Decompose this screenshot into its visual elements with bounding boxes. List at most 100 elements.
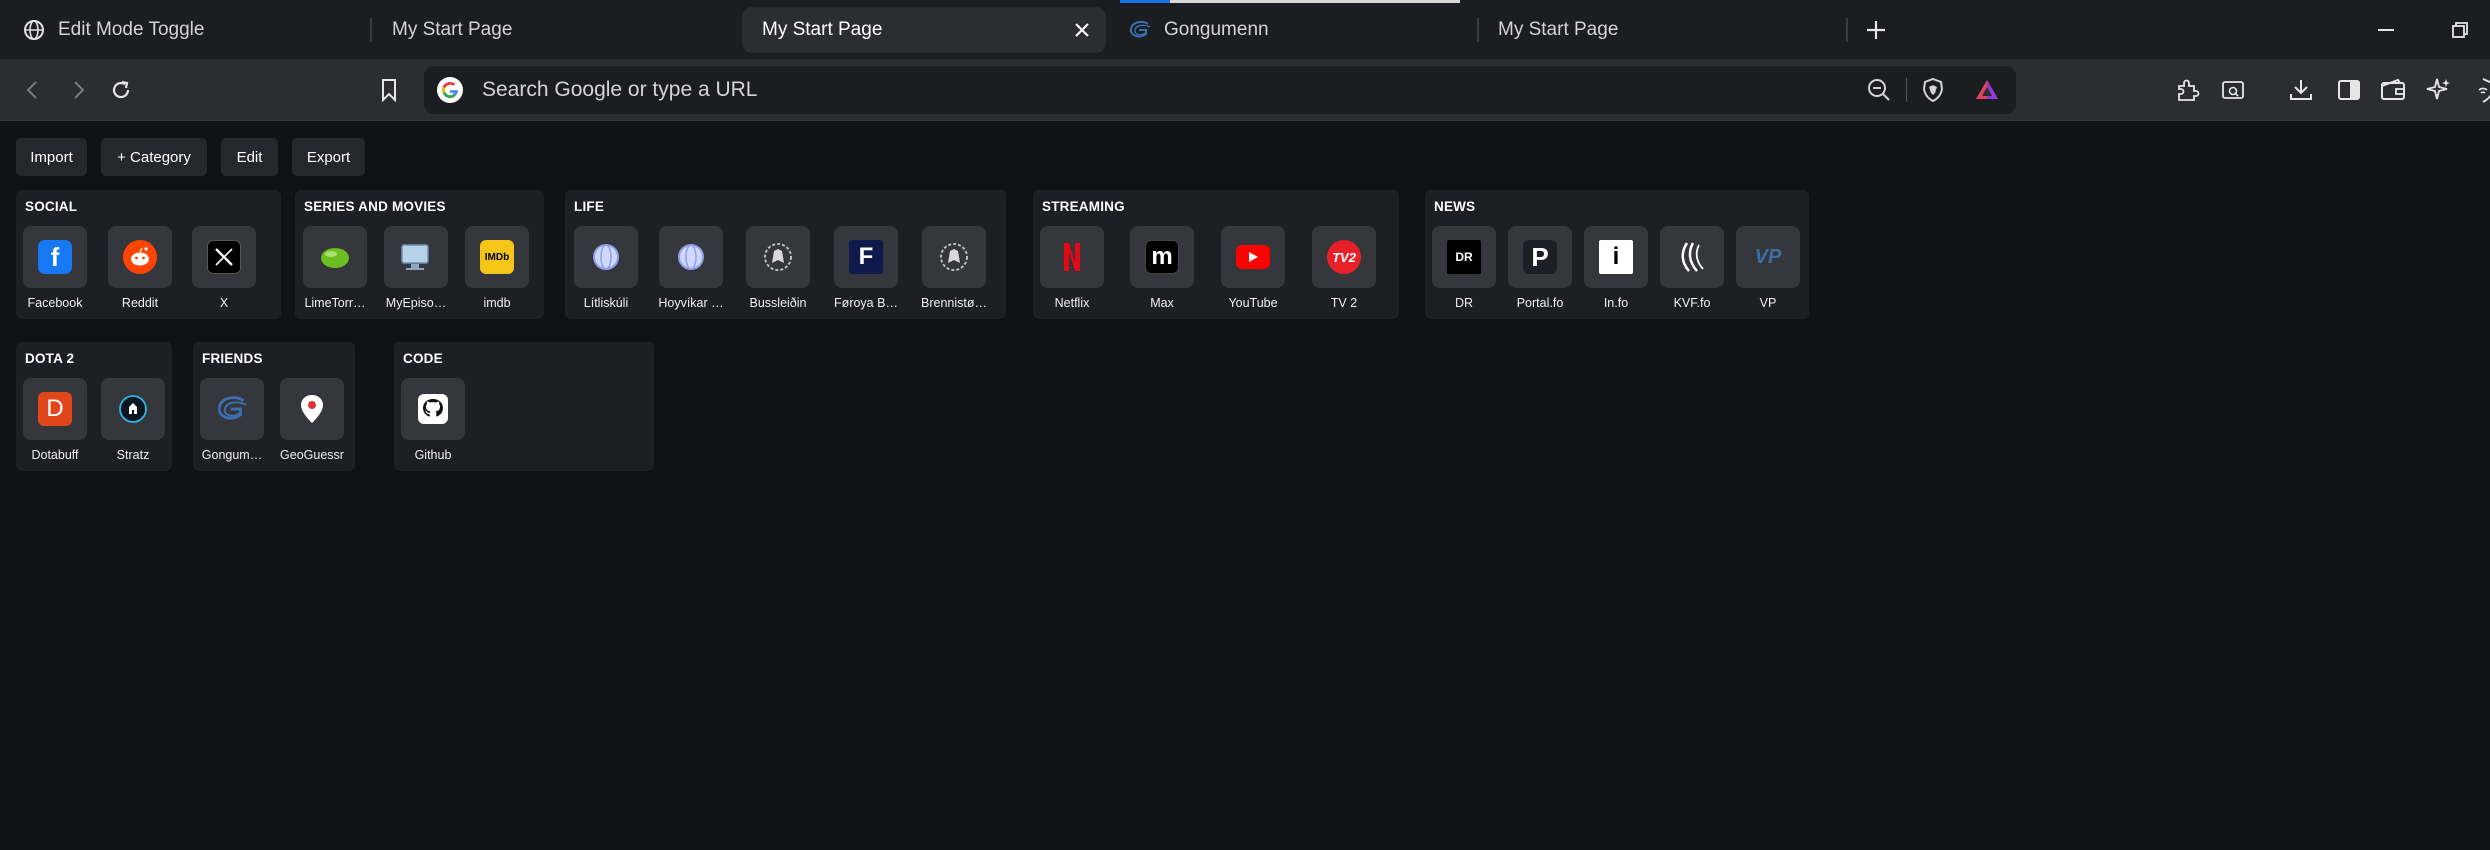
minimize-button[interactable]: [2372, 16, 2400, 44]
tab-loading-indicator-track: [1170, 0, 1460, 3]
bookmark-bussleidin[interactable]: Bussleiðin: [739, 226, 817, 310]
bookmark-facebook[interactable]: f Facebook: [16, 226, 94, 310]
bookmark-vp[interactable]: VP VP: [1729, 226, 1807, 310]
zoom-out-icon[interactable]: [1866, 77, 1892, 103]
bookmark-label: Stratz: [116, 448, 150, 462]
bookmark-info[interactable]: i In.fo: [1577, 226, 1655, 310]
bookmark-label: LimeTorr…: [304, 296, 366, 310]
leo-ai-icon[interactable]: [2424, 75, 2454, 105]
bookmark-litliskuli[interactable]: Lítliskúli: [567, 226, 645, 310]
category-title: STREAMING: [1042, 199, 1125, 214]
bookmark-max[interactable]: m Max: [1123, 226, 1201, 310]
bookmark-imdb[interactable]: IMDb imdb: [458, 226, 536, 310]
bookmark-label: X: [219, 296, 229, 310]
tab-gongumenn[interactable]: Gongumenn: [1128, 7, 1458, 53]
vp-icon: VP: [1754, 245, 1782, 268]
google-icon: [436, 76, 464, 104]
myepisodes-icon: [399, 240, 433, 274]
tab-edit-mode-toggle[interactable]: Edit Mode Toggle: [22, 7, 362, 53]
extensions-icon[interactable]: [2172, 75, 2202, 105]
category-title: CODE: [403, 351, 443, 366]
dr-icon: DR: [1447, 240, 1481, 274]
address-bar-divider: [1906, 78, 1907, 102]
bookmark-label: Brennistø…: [921, 296, 987, 310]
category-code: CODE Github: [394, 342, 654, 471]
github-icon: [416, 392, 450, 426]
bookmark-youtube[interactable]: YouTube: [1214, 226, 1292, 310]
category-title: DOTA 2: [25, 351, 75, 366]
netflix-icon: [1055, 240, 1089, 274]
tab-my-start-page-1[interactable]: My Start Page: [392, 7, 732, 53]
tv2-icon: TV2: [1327, 240, 1361, 274]
tab-strip: Edit Mode Toggle My Start Page My Start …: [0, 0, 2490, 59]
bookmark-gongumenn[interactable]: Gongum…: [193, 378, 271, 462]
bookmark-tv2[interactable]: TV2 TV 2: [1305, 226, 1383, 310]
tab-separator: [370, 18, 372, 42]
tab-my-start-page-2[interactable]: My Start Page: [1498, 7, 1838, 53]
tab-title: Gongumenn: [1164, 19, 1269, 40]
bookmark-x[interactable]: X: [185, 226, 263, 310]
bookmark-netflix[interactable]: Netflix: [1033, 226, 1111, 310]
bookmark-hoyvikar[interactable]: Hoyvíkar …: [652, 226, 730, 310]
restore-button[interactable]: [2446, 16, 2474, 44]
tab-separator: [1846, 18, 1848, 42]
tab-title: Edit Mode Toggle: [58, 19, 205, 40]
category-title: NEWS: [1434, 199, 1476, 214]
edit-button[interactable]: Edit: [221, 138, 278, 176]
portal-icon: P: [1523, 240, 1557, 274]
kvf-icon: [1675, 240, 1709, 274]
bookmark-kvf[interactable]: KVF.fo: [1653, 226, 1731, 310]
sidebar-icon[interactable]: [2334, 75, 2364, 105]
brave-rewards-icon[interactable]: [1974, 77, 2000, 103]
bookmark-label: KVF.fo: [1673, 296, 1711, 310]
address-bar[interactable]: Search Google or type a URL: [424, 66, 2016, 114]
bookmark-github[interactable]: Github: [394, 378, 472, 462]
reading-list-icon[interactable]: [2218, 75, 2248, 105]
browser-toolbar: Search Google or type a URL: [0, 59, 2490, 121]
globe-icon: [589, 240, 623, 274]
bookmark-limetorrents[interactable]: LimeTorr…: [296, 226, 374, 310]
start-page-actions: Import + Category Edit Export: [16, 138, 379, 176]
bookmark-dotabuff[interactable]: D Dotabuff: [16, 378, 94, 462]
bookmark-brennisto[interactable]: Brennistø…: [915, 226, 993, 310]
add-category-button[interactable]: + Category: [101, 138, 207, 176]
bookmark-label: Bussleiðin: [749, 296, 807, 310]
tab-my-start-page-active[interactable]: My Start Page: [742, 7, 1106, 53]
bookmark-label: Max: [1150, 296, 1174, 310]
category-life: LIFE Lítliskúli Hoyvíkar … Bussleiðin F …: [565, 190, 1006, 319]
bookmark-label: Dotabuff: [31, 448, 79, 462]
bookmark-label: DR: [1454, 296, 1474, 310]
bookmark-foroya-banki[interactable]: F Føroya B…: [827, 226, 905, 310]
wallet-icon[interactable]: [2378, 75, 2408, 105]
reload-button[interactable]: [106, 75, 136, 105]
bookmark-label: VP: [1759, 296, 1777, 310]
export-button[interactable]: Export: [292, 138, 365, 176]
bookmark-reddit[interactable]: Reddit: [101, 226, 179, 310]
category-title: SOCIAL: [25, 199, 78, 214]
bookmark-stratz[interactable]: Stratz: [94, 378, 172, 462]
bookmark-label: In.fo: [1603, 296, 1629, 310]
brave-shields-icon[interactable]: [1920, 77, 1946, 103]
category-friends: FRIENDS Gongum… GeoGuessr: [193, 342, 355, 471]
bookmark-myepisodes[interactable]: MyEpiso…: [377, 226, 455, 310]
bookmark-dr[interactable]: DR DR: [1425, 226, 1503, 310]
vpn-icon[interactable]: [2468, 75, 2490, 105]
bookmark-label: GeoGuessr: [280, 448, 344, 462]
import-button[interactable]: Import: [16, 138, 87, 176]
bookmark-label: Lítliskúli: [583, 296, 629, 310]
globe-icon: [22, 18, 46, 42]
bookmark-portal[interactable]: P Portal.fo: [1501, 226, 1579, 310]
category-streaming: STREAMING Netflix m Max YouTube TV2 TV 2: [1033, 190, 1399, 319]
forward-button[interactable]: [63, 75, 93, 105]
close-icon[interactable]: [1070, 18, 1094, 42]
bookmark-button[interactable]: [374, 75, 404, 105]
bookmark-label: Gongum…: [201, 448, 263, 462]
new-tab-button[interactable]: [1860, 14, 1892, 46]
limetorrents-icon: [318, 240, 352, 274]
bookmark-label: Føroya B…: [834, 296, 898, 310]
bookmark-label: YouTube: [1228, 296, 1278, 310]
bookmark-label: Github: [414, 448, 452, 462]
bookmark-geoguessr[interactable]: GeoGuessr: [273, 378, 351, 462]
downloads-icon[interactable]: [2286, 75, 2316, 105]
back-button[interactable]: [18, 75, 48, 105]
